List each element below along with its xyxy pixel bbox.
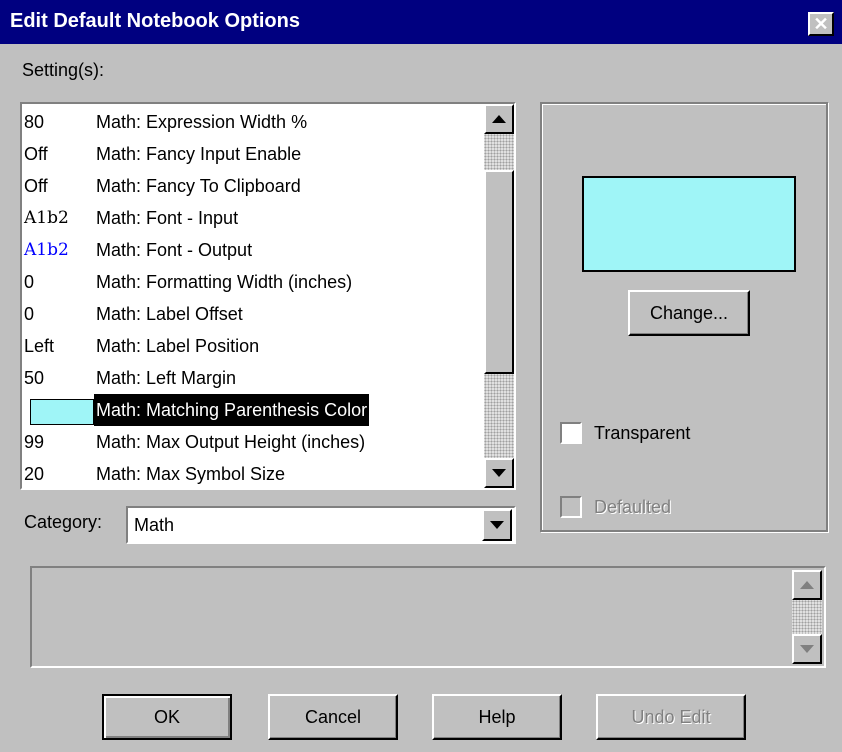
help-button[interactable]: Help [432, 694, 562, 740]
setting-name: Math: Max Symbol Size [96, 464, 286, 484]
help-button-label: Help [478, 706, 516, 727]
undo-edit-button: Undo Edit [596, 694, 746, 740]
setting-name: Math: Font - Input [96, 208, 239, 228]
setting-name: Math: Label Offset [96, 304, 243, 324]
close-icon: ✕ [813, 14, 829, 34]
setting-value: 99 [24, 432, 45, 452]
ok-button[interactable]: OK [102, 694, 232, 740]
settings-row[interactable]: Off Math: Fancy To Clipboard [22, 170, 486, 202]
setting-value: 80 [24, 112, 45, 132]
settings-row[interactable]: Off Math: Fancy Input Enable [22, 138, 486, 170]
description-box [30, 566, 826, 668]
arrow-up-icon [800, 581, 814, 589]
category-dropdown-button[interactable] [482, 509, 512, 541]
category-selected-value: Math [134, 515, 175, 535]
setting-value: Off [24, 144, 48, 164]
setting-name: Math: Matching Parenthesis Color [94, 394, 370, 426]
description-scroll-up [792, 570, 822, 600]
settings-scrollbar[interactable] [484, 104, 514, 488]
settings-label: Setting(s): [22, 60, 105, 80]
setting-value: 0 [24, 272, 35, 292]
defaulted-label: Defaulted [594, 497, 672, 517]
settings-row[interactable]: 20 Math: Max Symbol Size [22, 458, 486, 490]
scroll-thumb[interactable] [484, 170, 514, 374]
settings-row[interactable]: 99 Math: Max Output Height (inches) [22, 426, 486, 458]
description-scroll-down [792, 634, 822, 664]
arrow-down-icon [800, 645, 814, 653]
setting-value: 0 [24, 304, 35, 324]
setting-name: Math: Label Position [96, 336, 260, 356]
setting-value: A1b2 [24, 240, 69, 260]
scroll-down-button[interactable] [484, 458, 514, 488]
setting-name: Math: Formatting Width (inches) [96, 272, 353, 292]
description-scrollbar [792, 570, 822, 664]
setting-name: Math: Expression Width % [96, 112, 308, 132]
settings-rows: 80 Math: Expression Width % Off Math: Fancy… [22, 106, 486, 490]
settings-row[interactable]: 0 Math: Formatting Width (inches) [22, 266, 486, 298]
transparent-checkbox[interactable] [560, 422, 582, 444]
color-preview-swatch [582, 176, 796, 272]
settings-row[interactable]: Math: Matching Parenthesis Color [22, 394, 486, 426]
undo-edit-button-label: Undo Edit [631, 706, 711, 727]
category-label: Category: [24, 512, 103, 532]
close-button[interactable]: ✕ [808, 12, 834, 36]
chevron-down-icon [490, 521, 504, 529]
setting-value: 20 [24, 464, 45, 484]
defaulted-checkbox [560, 496, 582, 518]
change-button[interactable]: Change... [628, 290, 750, 336]
change-button-label: Change... [649, 302, 729, 323]
category-select[interactable]: Math [126, 506, 516, 544]
settings-row[interactable]: 80 Math: Expression Width % [22, 106, 486, 138]
setting-value: 50 [24, 368, 45, 388]
arrow-up-icon [492, 115, 506, 123]
settings-row[interactable]: Left Math: Label Position [22, 330, 486, 362]
transparent-label: Transparent [594, 423, 691, 443]
title-bar: Edit Default Notebook Options ✕ [0, 0, 842, 44]
setting-name: Math: Fancy Input Enable [96, 144, 302, 164]
setting-value: Left [24, 336, 55, 356]
ok-button-label: OK [153, 706, 180, 727]
settings-list[interactable]: 80 Math: Expression Width % Off Math: Fancy… [20, 102, 516, 490]
setting-name: Math: Font - Output [96, 240, 253, 260]
color-swatch [30, 399, 94, 425]
setting-value: Off [24, 176, 48, 196]
cancel-button[interactable]: Cancel [268, 694, 398, 740]
setting-value: A1b2 [24, 208, 69, 228]
setting-name: Math: Max Output Height (inches) [96, 432, 366, 452]
cancel-button-label: Cancel [304, 706, 362, 727]
setting-name: Math: Left Margin [96, 368, 237, 388]
scroll-up-button[interactable] [484, 104, 514, 134]
settings-row[interactable]: 50 Math: Left Margin [22, 362, 486, 394]
settings-row[interactable]: A1b2 Math: Font - Input [22, 202, 486, 234]
setting-name: Math: Fancy To Clipboard [96, 176, 301, 196]
settings-row[interactable]: A1b2 Math: Font - Output [22, 234, 486, 266]
settings-row[interactable]: 0 Math: Label Offset [22, 298, 486, 330]
dialog-title: Edit Default Notebook Options [10, 10, 300, 32]
arrow-down-icon [492, 469, 506, 477]
